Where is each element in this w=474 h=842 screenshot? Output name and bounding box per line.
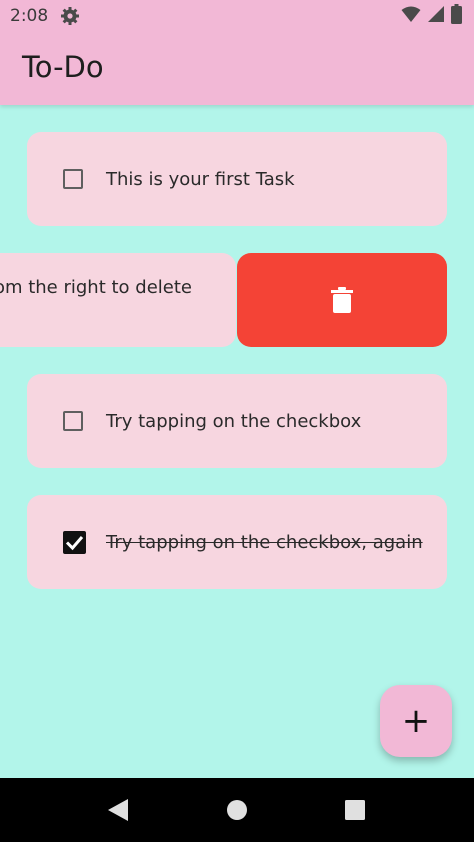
task-checkbox-checked[interactable] [63,530,86,554]
signal-icon [427,5,445,28]
status-bar: 2:08 [0,0,474,32]
gear-icon [60,6,80,26]
task-card[interactable]: Try tapping on the checkbox [27,374,447,468]
task-label: This is your first Task [106,168,295,190]
task-checkbox[interactable] [63,169,83,189]
status-time: 2:08 [10,6,49,26]
task-card-swiped[interactable]: from the right to delete [0,253,236,347]
delete-background[interactable] [237,253,447,347]
back-icon[interactable] [108,799,128,826]
check-icon [65,535,84,550]
task-label: Try tapping on the checkbox [106,410,362,432]
navigation-bar [0,778,474,842]
plus-icon: + [401,701,431,741]
task-label: Try tapping on the checkbox, again [106,531,423,553]
task-label: from the right to delete [0,277,192,298]
task-checkbox[interactable] [63,411,83,431]
battery-icon [451,3,462,29]
app-bar: 2:08 To-Do [0,0,474,105]
task-card[interactable]: This is your first Task [27,132,447,226]
add-task-button[interactable]: + [380,685,452,757]
trash-icon [331,287,353,313]
status-icons [401,3,462,29]
task-card[interactable]: Try tapping on the checkbox, again [27,495,447,589]
recents-icon[interactable] [345,800,365,825]
home-icon[interactable] [227,800,247,825]
wifi-icon [401,5,421,28]
page-title: To-Do [22,50,104,84]
